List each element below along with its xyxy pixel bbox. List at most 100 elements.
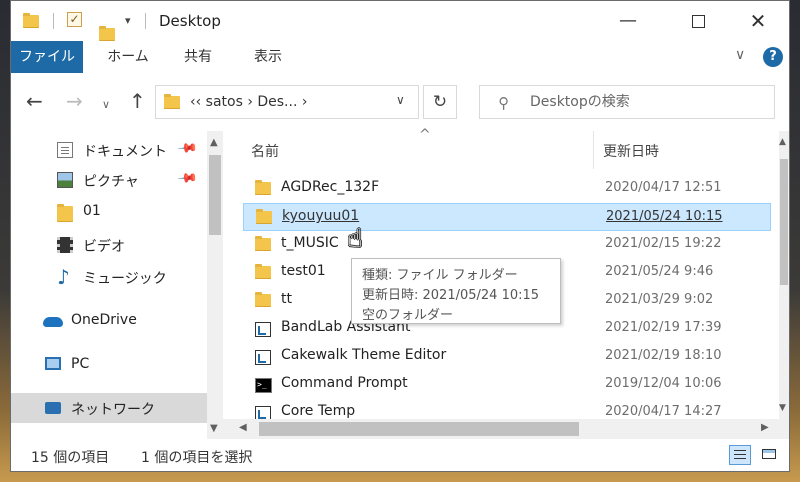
customize-quick-access-icon[interactable]: ▾	[125, 14, 131, 27]
tab-home[interactable]: ホーム	[93, 41, 163, 73]
navigation-pane-scrollbar[interactable]: ▲ ▼	[207, 131, 223, 439]
pc-icon	[45, 357, 61, 370]
tooltip-type: 種類: ファイル フォルダー	[362, 268, 518, 283]
sidebar-item-label: 01	[83, 203, 101, 219]
tooltip-modified: 更新日時: 2021/05/24 10:15	[362, 288, 540, 303]
music-icon: ♪	[57, 265, 70, 289]
folder-icon	[256, 209, 272, 224]
explorer-window: ✓ ▾ Desktop — ✕ ファイル ホーム 共有 表示 ∨ ? ← → ∨…	[10, 0, 790, 472]
sort-ascending-icon: ^	[419, 127, 431, 143]
tab-view[interactable]: 表示	[239, 41, 297, 73]
file-modified: 2019/12/04 10:06	[605, 376, 722, 391]
tab-share[interactable]: 共有	[171, 41, 225, 73]
maximize-button[interactable]	[675, 1, 721, 41]
recent-locations-button[interactable]: ∨	[102, 95, 110, 115]
cloud-icon	[43, 317, 63, 327]
sidebar-item-pictures[interactable]: ピクチャ 📌	[11, 165, 207, 195]
file-modified: 2020/04/17 14:27	[605, 404, 722, 419]
up-button[interactable]: ↑	[129, 91, 146, 111]
minimize-button[interactable]: —	[605, 1, 651, 41]
horizontal-scrollbar[interactable]: ◀ ▶	[223, 419, 789, 439]
file-modified: 2021/02/15 19:22	[605, 236, 722, 251]
breadcrumb[interactable]: ‹‹ satos › Des... ›	[190, 94, 307, 110]
file-row[interactable]: Core Temp 2020/04/17 14:27	[243, 399, 771, 419]
sidebar-item-label: OneDrive	[71, 312, 137, 328]
folder-icon	[255, 264, 271, 279]
refresh-button[interactable]: ↻	[423, 85, 457, 119]
maximize-icon	[691, 14, 705, 28]
scroll-right-icon[interactable]: ▶	[761, 422, 769, 433]
file-row[interactable]: t_MUSIC 2021/02/15 19:22	[243, 231, 771, 259]
tab-file[interactable]: ファイル	[11, 41, 83, 73]
folder-icon[interactable]	[23, 13, 39, 28]
file-name: kyouyuu01	[282, 208, 360, 224]
sidebar-item-videos[interactable]: ビデオ	[11, 230, 207, 260]
sidebar-item-label: PC	[71, 356, 90, 372]
file-name: test01	[281, 263, 326, 279]
address-bar[interactable]: ‹‹ satos › Des... › ∨	[155, 85, 419, 119]
sidebar-item-label: ネットワーク	[71, 402, 155, 418]
tooltip-contents: 空のフォルダー	[362, 308, 454, 323]
back-button[interactable]: ←	[26, 91, 43, 111]
search-input[interactable]	[528, 93, 762, 111]
file-row[interactable]: Cakewalk Theme Editor 2021/02/19 18:10	[243, 343, 771, 371]
file-modified: 2021/02/19 18:10	[605, 348, 722, 363]
sidebar-item-pc[interactable]: PC	[11, 350, 207, 380]
address-history-button[interactable]: ∨	[396, 93, 405, 107]
pin-icon[interactable]: 📌	[176, 138, 198, 160]
column-divider[interactable]	[593, 131, 594, 169]
expand-ribbon-icon[interactable]: ∨	[735, 47, 745, 63]
file-row[interactable]: AGDRec_132F 2020/04/17 12:51	[243, 175, 771, 203]
folder-icon	[255, 236, 271, 251]
column-header-modified[interactable]: 更新日時	[603, 141, 659, 161]
status-bar: 15 個の項目 1 個の項目を選択	[11, 439, 789, 471]
scroll-left-icon[interactable]: ◀	[239, 422, 247, 433]
file-name: t_MUSIC	[281, 235, 339, 251]
sidebar-item-01[interactable]: 01	[11, 197, 207, 227]
scrollbar-thumb[interactable]	[209, 155, 221, 235]
scroll-down-icon[interactable]: ▼	[210, 423, 218, 434]
scrollbar-thumb[interactable]	[259, 422, 579, 436]
new-folder-icon[interactable]	[99, 26, 115, 41]
scroll-up-icon[interactable]: ▲	[210, 137, 218, 148]
scroll-up-icon[interactable]: ▲	[779, 137, 786, 147]
folder-tooltip: 種類: ファイル フォルダー 更新日時: 2021/05/24 10:15 空の…	[351, 258, 561, 324]
sidebar-item-label: ビデオ	[83, 239, 125, 255]
pin-icon[interactable]: 📌	[176, 168, 198, 190]
column-header-name[interactable]: 名前	[251, 141, 279, 161]
sidebar-item-onedrive[interactable]: OneDrive	[11, 306, 207, 336]
pictures-icon	[57, 172, 73, 188]
file-name: Core Temp	[281, 403, 356, 419]
details-view-button[interactable]	[729, 445, 751, 465]
file-list-scrollbar[interactable]: ▲ ▼	[779, 131, 789, 421]
scroll-down-icon[interactable]: ▼	[779, 403, 786, 413]
sidebar-item-documents[interactable]: ドキュメント 📌	[11, 135, 207, 165]
shortcut-icon	[255, 322, 271, 337]
file-row-selected[interactable]: kyouyuu01 2021/05/24 10:15	[243, 203, 771, 231]
sidebar-item-label: ミュージック	[83, 271, 167, 287]
network-icon	[45, 402, 61, 414]
folder-icon	[255, 292, 271, 307]
sidebar-item-network[interactable]: ネットワーク	[11, 393, 207, 423]
command-prompt-icon: >_	[255, 378, 272, 393]
document-icon	[57, 142, 73, 158]
title-bar: ✓ ▾ Desktop — ✕	[11, 1, 789, 41]
large-icons-view-button[interactable]	[759, 445, 781, 465]
close-button[interactable]: ✕	[735, 1, 781, 41]
sidebar-item-music[interactable]: ♪ ミュージック	[11, 262, 207, 292]
scrollbar-thumb[interactable]	[780, 159, 788, 285]
navigation-pane: ドキュメント 📌 ピクチャ 📌 01 ビデオ ♪ ミュージック OneDrive…	[11, 131, 223, 439]
properties-icon[interactable]: ✓	[67, 12, 82, 27]
search-icon: ⚲	[498, 94, 509, 112]
title-separator	[145, 13, 146, 29]
help-icon[interactable]: ?	[763, 47, 783, 67]
forward-button[interactable]: →	[66, 91, 83, 111]
file-row[interactable]: >_ Command Prompt 2019/12/04 10:06	[243, 371, 771, 399]
sidebar-item-label: ドキュメント	[83, 144, 167, 160]
file-modified: 2020/04/17 12:51	[605, 180, 722, 195]
window-title: Desktop	[159, 12, 221, 30]
sidebar-item-label: ピクチャ	[83, 174, 139, 190]
file-name: AGDRec_132F	[281, 179, 380, 195]
search-box[interactable]: ⚲	[479, 85, 775, 119]
folder-icon	[57, 204, 73, 222]
